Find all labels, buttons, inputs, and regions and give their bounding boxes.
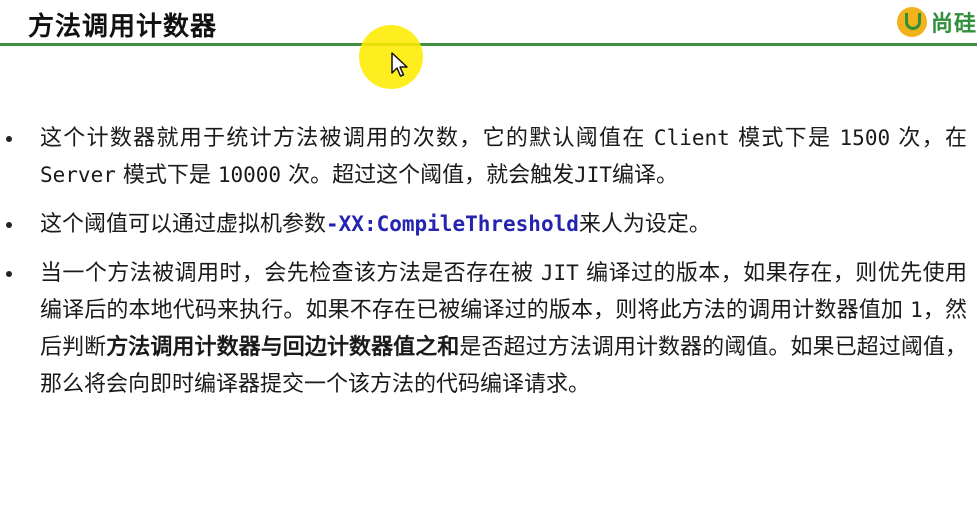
- term-jit: JIT: [574, 163, 613, 187]
- bullet-dot: [6, 136, 12, 142]
- term-client: Client: [653, 126, 730, 150]
- term-server: Server: [40, 163, 116, 187]
- number-10000: 10000: [217, 163, 282, 187]
- bullet-item-2: 这个阈值可以通过虚拟机参数-XX:CompileThreshold来人为设定。: [0, 206, 977, 243]
- code-compile-threshold: -XX:CompileThreshold: [326, 212, 579, 236]
- slide: 方法调用计数器 尚硅 这个计数器就用于统计方法被调用的次数，它的默认阈值在 Cl…: [0, 0, 977, 508]
- text-span: 模式下是: [729, 126, 840, 151]
- bullet-dot: [6, 222, 12, 228]
- slide-title: 方法调用计数器: [28, 12, 218, 42]
- bullet-item-1: 这个计数器就用于统计方法被调用的次数，它的默认阈值在 Client 模式下是 1…: [0, 120, 977, 194]
- text-span: 次。超过这个阈值，就会触发: [281, 163, 575, 188]
- header-divider: [0, 43, 977, 46]
- brand-logo: 尚硅: [896, 4, 977, 40]
- text-span: 这个计数器就用于统计方法被调用的次数，它的默认阈值在: [40, 126, 654, 151]
- logo-icon: [896, 7, 927, 37]
- bullet-item-3: 当一个方法被调用时，会先检查该方法是否存在被 JIT 编译过的版本，如果存在，则…: [0, 255, 977, 403]
- term-jit: JIT: [540, 261, 579, 285]
- mouse-cursor-icon: [391, 52, 408, 77]
- bullet-dot: [6, 271, 12, 277]
- text-span: 次，在: [890, 126, 967, 151]
- text-span: 当一个方法被调用时，会先检查该方法是否存在被: [40, 261, 541, 286]
- bullet-list: 这个计数器就用于统计方法被调用的次数，它的默认阈值在 Client 模式下是 1…: [0, 120, 977, 415]
- number-1500: 1500: [839, 126, 891, 150]
- text-span: 这个阈值可以通过虚拟机参数: [40, 212, 327, 237]
- slide-header: 方法调用计数器 尚硅: [0, 0, 977, 46]
- text-span: 模式下是: [115, 163, 218, 188]
- text-span: 来人为设定。: [578, 212, 711, 237]
- number-one: 1: [910, 298, 923, 322]
- logo-text: 尚硅: [930, 12, 977, 37]
- emphasis-text: 方法调用计数器与回边计数器值之和: [106, 335, 460, 360]
- text-span: 编译。: [612, 163, 679, 188]
